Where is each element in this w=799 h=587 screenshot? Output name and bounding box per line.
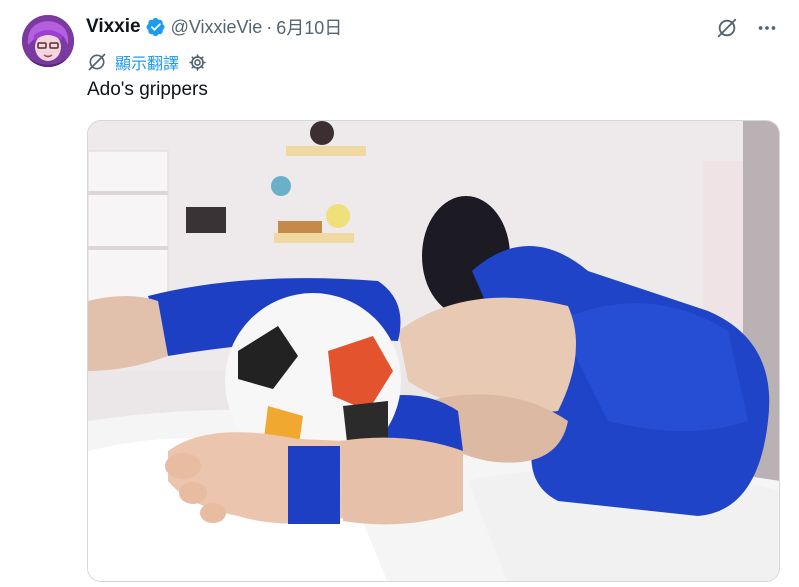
grok-icon[interactable] <box>715 16 739 40</box>
avatar[interactable] <box>22 15 74 67</box>
verified-badge-icon <box>146 17 166 37</box>
gear-icon[interactable] <box>187 52 207 72</box>
separator-dot: · <box>266 16 273 37</box>
tweet-text: Ado's grippers <box>87 79 208 100</box>
more-dots-icon[interactable] <box>755 16 779 40</box>
tweet-header: Vixxie @VixxieVie · 6月10日 <box>86 14 342 40</box>
top-actions <box>715 16 779 40</box>
display-name[interactable]: Vixxie <box>86 16 141 38</box>
post-date[interactable]: 6月10日 <box>276 14 342 40</box>
tweet: Vixxie @VixxieVie · 6月10日 顯示翻譯 Ado's gri… <box>0 0 799 587</box>
translate-row: 顯示翻譯 <box>87 50 207 74</box>
handle[interactable]: @VixxieVie <box>171 17 263 38</box>
translate-icon <box>87 52 107 72</box>
media-photo[interactable] <box>87 120 780 582</box>
show-translation-link[interactable]: 顯示翻譯 <box>115 50 179 74</box>
